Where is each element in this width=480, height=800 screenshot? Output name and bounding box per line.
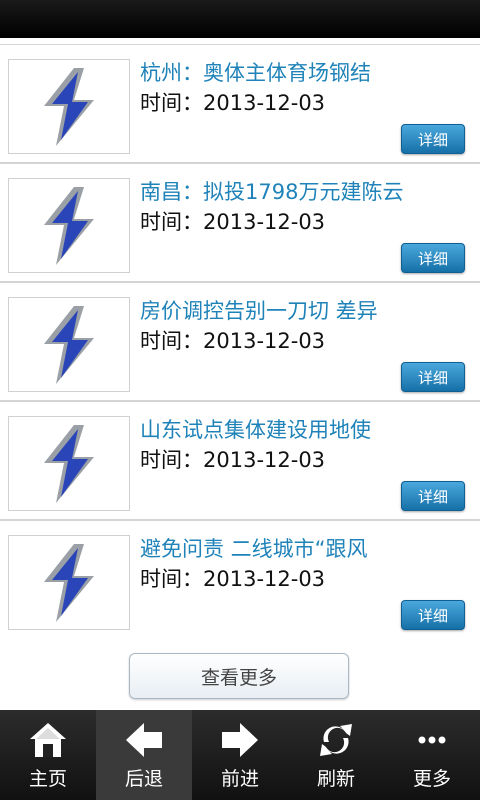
arrow-left-icon (126, 723, 162, 757)
news-title[interactable]: 房价调控告别一刀切 差异 (140, 295, 470, 325)
thumbnail-image (8, 178, 130, 273)
detail-button[interactable]: 详细 (401, 600, 465, 630)
tab-forward[interactable]: 前进 (192, 710, 288, 800)
news-time: 时间：2013-12-03 (140, 567, 326, 591)
thumbnail-image (8, 297, 130, 392)
list-item[interactable]: 杭州：奥体主体育场钢结 时间：2013-12-03 详细 (0, 45, 480, 164)
news-list: 杭州：奥体主体育场钢结 时间：2013-12-03 详细 南昌：拟投1798万元… (0, 45, 480, 640)
tab-label: 主页 (28, 768, 67, 790)
tab-label: 后退 (124, 768, 163, 790)
top-separator (0, 38, 480, 45)
news-title[interactable]: 南昌：拟投1798万元建陈云 (140, 176, 470, 206)
bottom-tabbar: 主页 后退 前进 刷新 更多 (0, 710, 480, 800)
news-title[interactable]: 避免问责 二线城市“跟风 (140, 533, 470, 563)
refresh-icon (320, 724, 352, 756)
detail-button[interactable]: 详细 (401, 362, 465, 392)
status-bar (0, 0, 480, 38)
thumbnail-image (8, 535, 130, 630)
news-time: 时间：2013-12-03 (140, 329, 326, 353)
news-title[interactable]: 山东试点集体建设用地使 (140, 414, 470, 444)
lightning-icon (44, 305, 94, 384)
detail-button[interactable]: 详细 (401, 124, 465, 154)
tab-label: 刷新 (316, 768, 355, 790)
tab-label: 更多 (412, 768, 451, 790)
thumbnail-image (8, 59, 130, 154)
arrow-right-icon (222, 723, 258, 757)
tab-refresh[interactable]: 刷新 (288, 710, 384, 800)
home-icon (30, 723, 66, 757)
tab-back[interactable]: 后退 (96, 710, 192, 800)
lightning-icon (44, 424, 94, 503)
news-time: 时间：2013-12-03 (140, 448, 326, 472)
detail-button[interactable]: 详细 (401, 481, 465, 511)
tab-more[interactable]: 更多 (384, 710, 480, 800)
lightning-icon (44, 543, 94, 622)
list-item[interactable]: 山东试点集体建设用地使 时间：2013-12-03 详细 (0, 402, 480, 521)
more-dots-icon (418, 736, 446, 744)
load-more-area: 查看更多 (0, 637, 480, 710)
list-item[interactable]: 南昌：拟投1798万元建陈云 时间：2013-12-03 详细 (0, 164, 480, 283)
news-title[interactable]: 杭州：奥体主体育场钢结 (140, 57, 470, 87)
news-time: 时间：2013-12-03 (140, 210, 326, 234)
tab-label: 前进 (220, 768, 259, 790)
lightning-icon (44, 186, 94, 265)
news-time: 时间：2013-12-03 (140, 91, 326, 115)
list-item[interactable]: 避免问责 二线城市“跟风 时间：2013-12-03 详细 (0, 521, 480, 640)
lightning-icon (44, 67, 94, 146)
load-more-button[interactable]: 查看更多 (129, 653, 349, 699)
list-item[interactable]: 房价调控告别一刀切 差异 时间：2013-12-03 详细 (0, 283, 480, 402)
thumbnail-image (8, 416, 130, 511)
tab-home[interactable]: 主页 (0, 710, 96, 800)
detail-button[interactable]: 详细 (401, 243, 465, 273)
